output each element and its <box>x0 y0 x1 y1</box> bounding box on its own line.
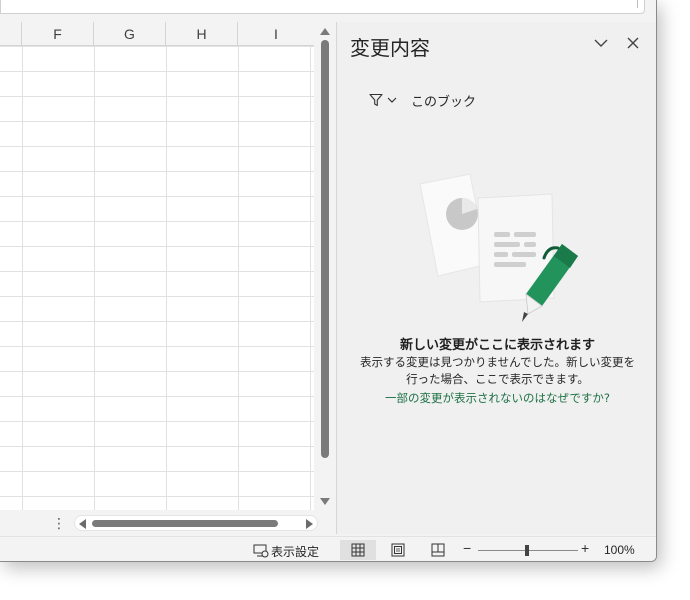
column-header-partial[interactable] <box>0 22 22 46</box>
filter-label: このブック <box>411 94 477 110</box>
excel-window: F G H I ⋮ 変更内容 このブック 新しい変更がここに表示されます 表示す… <box>0 0 657 562</box>
excel-app: F G H I ⋮ 変更内容 このブック 新しい変更がここに表示されます 表示す… <box>0 0 690 600</box>
empty-state-title: 新しい変更がここに表示されます <box>399 338 595 353</box>
display-settings-button[interactable]: 表示設定 <box>253 542 319 560</box>
filter-icon <box>369 93 383 107</box>
pane-options-button[interactable] <box>592 34 610 52</box>
page-layout-view-button[interactable] <box>380 540 416 560</box>
more-options-icon[interactable]: ⋮ <box>52 514 66 532</box>
zoom-out-button[interactable]: − <box>463 540 471 556</box>
normal-view-icon <box>351 543 365 557</box>
scroll-right-arrow-icon[interactable] <box>306 519 313 529</box>
empty-state-description: 表示する変更は見つかりませんでした。新しい変更を 行った場合、ここで表示できます… <box>357 354 638 388</box>
zoom-slider-thumb[interactable] <box>525 545 529 556</box>
horizontal-scrollbar[interactable] <box>74 515 318 531</box>
display-settings-icon <box>253 544 269 558</box>
close-icon <box>627 37 639 49</box>
sheet-tab-bar: ⋮ <box>0 512 334 534</box>
chevron-down-icon <box>594 39 608 47</box>
chart-document-illustration <box>419 173 489 277</box>
scroll-up-arrow-icon[interactable] <box>320 28 330 35</box>
page-break-preview-icon <box>431 543 445 557</box>
chevron-down-icon <box>387 97 397 103</box>
empty-state-description-line1: 表示する変更は見つかりませんでした。新しい変更を <box>359 355 636 369</box>
pane-close-button[interactable] <box>624 34 642 52</box>
column-header-i[interactable]: I <box>238 22 314 46</box>
cell-grid[interactable] <box>0 46 314 510</box>
changes-pane: 変更内容 このブック 新しい変更がここに表示されます 表示する変更は見つかりませ… <box>336 22 656 534</box>
page-break-preview-button[interactable] <box>420 540 456 560</box>
worksheet-grid: F G H I <box>0 22 314 510</box>
help-link[interactable]: 一部の変更が表示されないのはなぜですか? <box>337 390 656 406</box>
vertical-scrollbar[interactable] <box>316 22 334 510</box>
normal-view-button[interactable] <box>340 540 376 560</box>
scroll-left-arrow-icon[interactable] <box>79 519 86 529</box>
filter-dropdown[interactable]: このブック <box>369 90 476 110</box>
display-settings-label: 表示設定 <box>271 544 320 559</box>
horizontal-scroll-thumb[interactable] <box>92 520 278 527</box>
zoom-in-button[interactable]: + <box>581 540 589 556</box>
column-header-f[interactable]: F <box>22 22 94 46</box>
vertical-scroll-thumb[interactable] <box>321 40 329 458</box>
pane-title: 変更内容 <box>350 36 430 60</box>
column-header-h[interactable]: H <box>166 22 238 46</box>
column-headers: F G H I <box>0 22 314 46</box>
zoom-level[interactable]: 100% <box>604 543 635 557</box>
formula-bar-expander[interactable] <box>637 0 638 8</box>
page-layout-icon <box>391 543 405 557</box>
empty-state-description-line2: 行った場合、ここで表示できます。 <box>406 372 589 386</box>
column-header-g[interactable]: G <box>94 22 166 46</box>
formula-bar[interactable] <box>0 0 645 14</box>
scroll-down-arrow-icon[interactable] <box>320 498 330 505</box>
no-changes-illustration <box>419 173 578 322</box>
status-bar: 表示設定 − + 100% <box>0 536 656 561</box>
